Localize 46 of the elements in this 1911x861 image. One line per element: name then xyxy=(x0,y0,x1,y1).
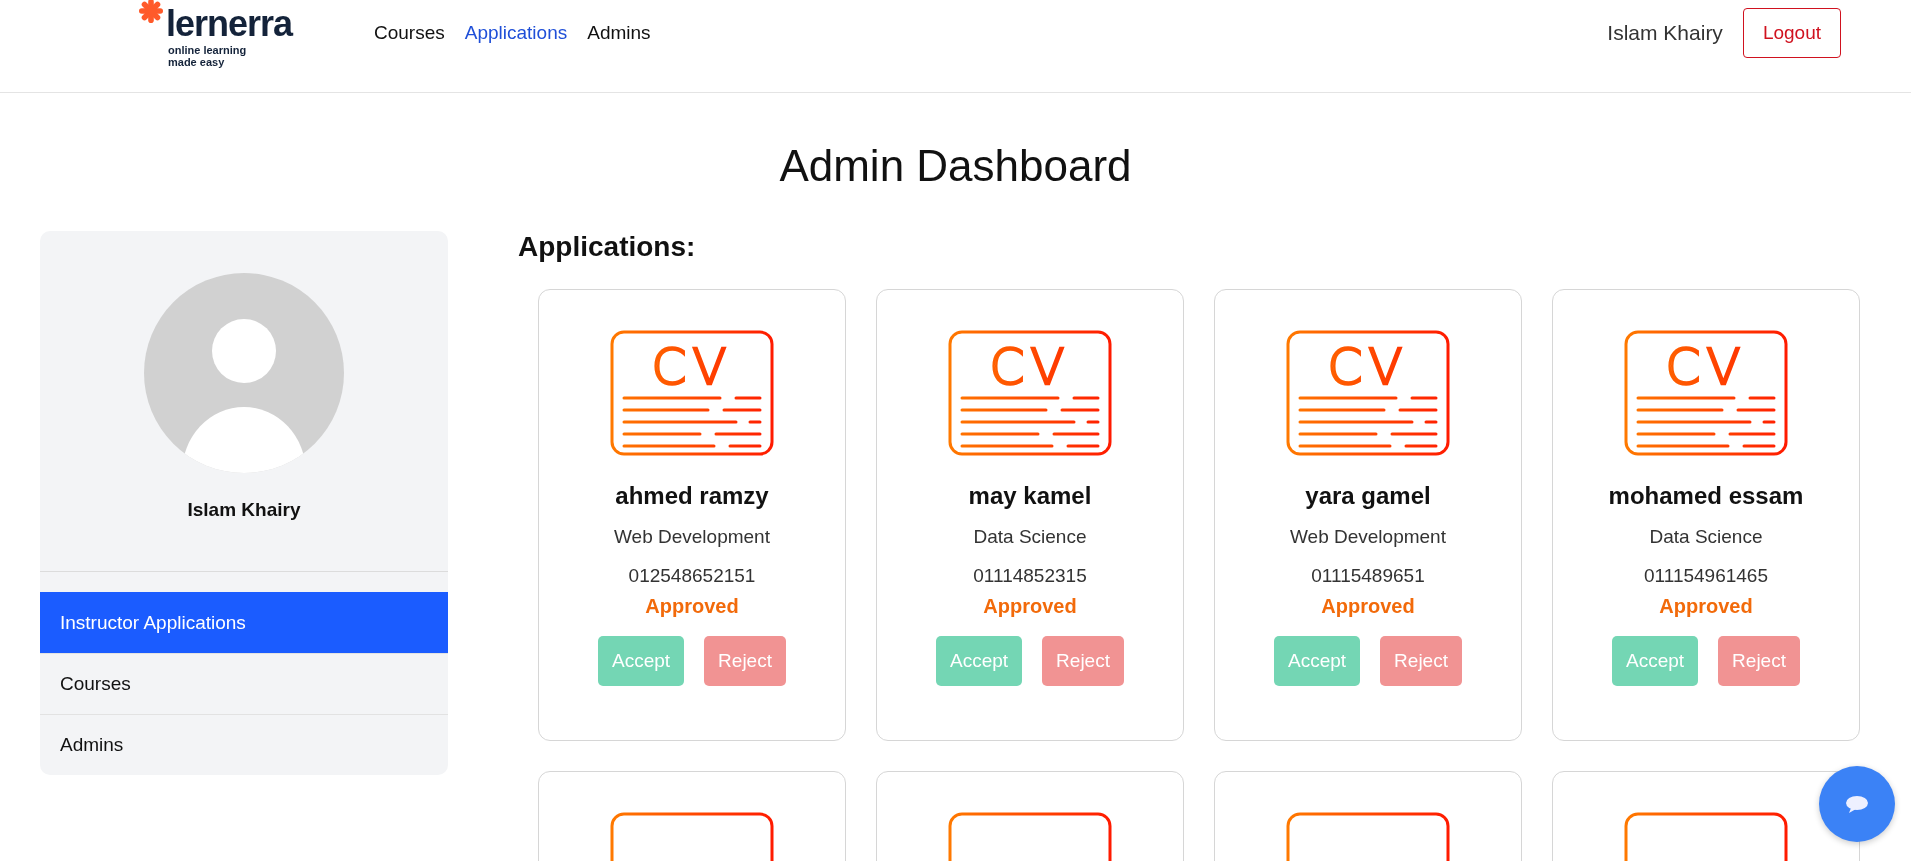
sidebar-item[interactable]: Courses xyxy=(40,653,448,714)
applicant-name: mohamed essam xyxy=(1608,482,1804,510)
applicant-phone: 01114852315 xyxy=(973,565,1087,587)
status-label: Approved xyxy=(1659,595,1753,618)
applicant-phone: 01115489651 xyxy=(1311,565,1425,587)
accept-button[interactable]: Accept xyxy=(1612,636,1699,686)
chat-button[interactable] xyxy=(1819,766,1895,842)
sidebar-item[interactable]: Admins xyxy=(40,714,448,775)
section-heading: Applications: xyxy=(518,231,697,263)
applicant-name: yara gamel xyxy=(1305,482,1431,510)
reject-button[interactable]: Reject xyxy=(704,636,786,686)
logo-wordmark: lernerra xyxy=(166,4,293,44)
logo-tagline: made easy xyxy=(168,56,226,68)
nav-link[interactable]: Courses xyxy=(374,22,445,44)
applicant-name: ahmed ramzy xyxy=(615,482,769,510)
chat-icon xyxy=(1845,795,1869,813)
user-name: Islam Khairy xyxy=(1607,21,1723,45)
applicant-track: Web Development xyxy=(1290,526,1446,548)
cv-document-icon: CV xyxy=(610,330,774,456)
applicant-track: Data Science xyxy=(973,526,1087,548)
logout-button[interactable]: Logout xyxy=(1742,8,1841,58)
accept-button[interactable]: Accept xyxy=(1274,636,1361,686)
accept-button[interactable]: Accept xyxy=(936,636,1023,686)
accept-button[interactable]: Accept xyxy=(598,636,685,686)
nav-link[interactable]: Applications xyxy=(464,22,568,44)
reject-button[interactable]: Reject xyxy=(1042,636,1124,686)
applicant-phone: 011154961465 xyxy=(1644,565,1768,587)
sidebar-item[interactable]: Instructor Applications xyxy=(40,592,448,653)
reject-button[interactable]: Reject xyxy=(1380,636,1462,686)
cv-document-icon: CV xyxy=(1624,330,1788,456)
logo-tagline: online learning xyxy=(168,44,248,56)
profile-name: Islam Khairy xyxy=(187,499,301,521)
page-title: Admin Dashboard xyxy=(778,141,1133,191)
nav-link[interactable]: Admins xyxy=(587,22,651,44)
applicant-name: may kamel xyxy=(968,482,1092,510)
applicant-phone: 012548652151 xyxy=(628,565,756,587)
asterisk-icon xyxy=(138,0,164,24)
status-label: Approved xyxy=(645,595,739,618)
applicant-track: Data Science xyxy=(1649,526,1763,548)
applicant-track: Web Development xyxy=(614,526,770,548)
reject-button[interactable]: Reject xyxy=(1718,636,1800,686)
cv-document-icon: CV xyxy=(948,330,1112,456)
status-label: Approved xyxy=(983,595,1077,618)
cv-document-icon: CV xyxy=(1286,330,1450,456)
status-label: Approved xyxy=(1321,595,1415,618)
avatar-icon xyxy=(144,273,344,473)
